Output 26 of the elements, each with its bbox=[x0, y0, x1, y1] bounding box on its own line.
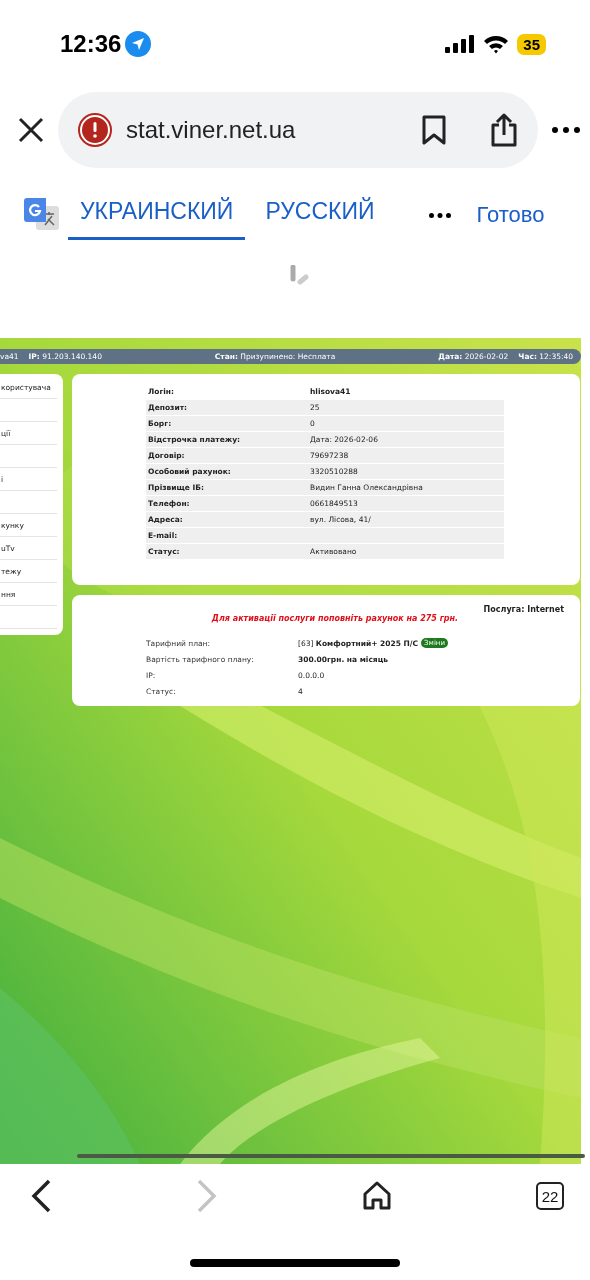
home-button[interactable] bbox=[362, 1181, 392, 1211]
bookmark-icon[interactable] bbox=[422, 115, 446, 145]
clock-time: 12:36 bbox=[60, 30, 122, 58]
more-icon[interactable] bbox=[552, 127, 580, 133]
forward-icon bbox=[196, 1179, 218, 1213]
home-icon bbox=[362, 1181, 392, 1211]
close-icon bbox=[18, 117, 44, 143]
more-icon[interactable] bbox=[428, 212, 451, 218]
tabs-button[interactable]: 22 bbox=[536, 1182, 564, 1210]
warning-message: Для активації послуги поповніть рахунок на 275 грн. bbox=[210, 614, 460, 623]
language-tab[interactable]: УКРАИНСКИЙ bbox=[68, 190, 246, 240]
share-icon[interactable] bbox=[490, 113, 518, 147]
done-button[interactable]: Готово bbox=[470, 201, 551, 229]
address-bar[interactable]: stat.viner.net.ua bbox=[58, 92, 538, 168]
service-title: Послуга: Internet bbox=[483, 605, 564, 614]
close-button[interactable] bbox=[18, 117, 44, 143]
wifi-icon bbox=[483, 34, 510, 54]
translate-icon bbox=[24, 198, 60, 232]
language-tab[interactable]: РУССКИЙ bbox=[253, 190, 387, 240]
back-icon bbox=[30, 1179, 52, 1213]
url-text: stat.viner.net.ua bbox=[126, 116, 297, 144]
loading-icon bbox=[289, 265, 311, 285]
back-button[interactable] bbox=[30, 1179, 52, 1213]
warning-icon bbox=[78, 113, 112, 147]
battery-level: 35 bbox=[517, 33, 546, 55]
signal-icon bbox=[445, 35, 476, 53]
